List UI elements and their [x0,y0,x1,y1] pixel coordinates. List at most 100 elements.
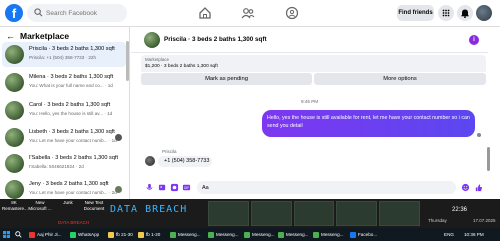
search-box[interactable] [27,4,127,22]
message-composer: GIF [131,177,488,197]
conversation-panel: Priscila · 3 beds 2 baths 1,300 sqft i M… [131,27,500,199]
chat-name: I'Sabella · 3 beds 2 baths 1,300 sqft [29,155,119,161]
message-input[interactable] [197,181,456,194]
sender-name: Priscila [162,149,177,154]
top-bar: f Find friends [0,0,500,27]
whatsapp-icon [70,231,76,238]
mark-as-pending-button[interactable]: Mark as pending [141,73,312,85]
taskbar-item[interactable]: Messeng... [244,230,274,239]
listing-thumbnail [5,73,24,92]
folder-icon [108,231,114,238]
seen-avatar [115,186,122,193]
marketplace-label: Marketplace [145,57,169,62]
desktop-tile[interactable] [208,201,249,226]
home-icon[interactable] [197,5,213,21]
desktop-day: Thursday [428,218,447,223]
microphone-icon[interactable] [145,183,154,192]
taskbar-item[interactable]: Messeng... [170,230,200,239]
listing-thumbnail [5,101,24,120]
browser-icon [313,231,319,238]
desktop-icon-new-text-document[interactable]: New Text Document [82,200,106,211]
chat-preview: You: Let me have your contact numb... · … [29,138,117,143]
conversation-header: Priscila · 3 beds 2 baths 1,300 sqft i [131,27,488,53]
desktop-tile[interactable] [379,201,420,226]
groups-icon[interactable] [284,5,300,21]
emoji-icon[interactable] [461,183,470,192]
chat-item-lisbeth[interactable]: Lisbeth · 3 beds 2 baths 1,300 sqft You:… [2,125,126,150]
more-options-button[interactable]: More options [314,73,486,85]
desktop-icon-new-microsoft[interactable]: New Microsoft ... [28,200,52,211]
arrow-left-icon[interactable]: ← [6,31,15,41]
windows-taskbar: Aaj Phir Ji... WhatsApp fb 21-30 fb 1-20… [0,228,500,241]
taskbar-item[interactable]: fb 1-20 [138,230,160,239]
bell-icon [461,9,469,19]
seen-avatar [115,134,122,141]
desktop-icon-junk[interactable]: Junk [58,200,78,206]
marketplace-listing-card[interactable]: Marketplace $1,200 · 3 beds 2 baths 1,30… [141,55,486,72]
data-breach-label: DATA BREACH [110,204,188,215]
chat-name: Priscila · 3 beds 2 baths 1,300 sqft [29,46,115,52]
sender-avatar[interactable] [145,156,155,166]
message-timestamp: 9:45 PM [301,99,319,104]
friends-icon[interactable] [240,5,256,21]
taskbar-item[interactable]: fb 21-30 [108,230,133,239]
listing-thumbnail [5,154,24,173]
chat-item-carol[interactable]: Carol · 3 beds 2 baths 1,300 sqft You: H… [2,98,126,123]
notifications-button[interactable] [457,5,473,21]
taskbar-item[interactable]: Facebo... [350,230,377,239]
browser-icon [244,231,250,238]
chat-item-isabella[interactable]: I'Sabella · 3 beds 2 baths 1,300 sqft I'… [2,151,126,176]
find-friends-button[interactable]: Find friends [397,5,434,21]
browser-icon [278,231,284,238]
incoming-message[interactable]: +1 (504) 358-7733 [158,156,212,167]
menu-grid-icon [442,9,450,17]
taskbar-clock[interactable]: 10:36 PM [464,230,484,239]
sidebar-title: Marketplace [20,31,70,41]
app-icon [29,231,35,238]
sticker-icon[interactable] [170,183,179,192]
taskbar-item[interactable]: Messeng... [278,230,308,239]
photo-icon[interactable] [158,183,167,192]
taskbar-item[interactable]: Messeng... [208,230,238,239]
desktop-tile[interactable] [336,201,378,226]
menu-button[interactable] [438,5,454,21]
desktop-icon-remastered[interactable]: 8K Remastere... [2,200,28,211]
search-input[interactable] [46,6,124,20]
conversation-title[interactable]: Priscila · 3 beds 2 baths 1,300 sqft [164,36,267,43]
chat-preview: You: Let me have your contact numb... · … [29,190,117,195]
chat-name: Jeny · 3 beds 2 baths 1,300 sqft [29,181,109,187]
sidebar-header: ← Marketplace [6,29,69,43]
info-icon[interactable]: i [469,35,479,45]
chat-name: Carol · 3 beds 2 baths 1,300 sqft [29,102,111,108]
desktop-tile[interactable] [250,201,292,226]
chat-item-jeny[interactable]: Jeny · 3 beds 2 baths 1,300 sqft You: Le… [2,177,126,199]
facebook-logo[interactable]: f [5,4,23,22]
desktop-tiles [208,201,420,226]
gif-icon[interactable]: GIF [182,183,191,192]
chat-item-priscila[interactable]: Priscila · 3 beds 2 baths 1,300 sqft Pri… [2,42,126,67]
listing-price: $1,200 · 3 beds 2 baths 1,300 sqft [145,64,218,69]
taskbar-item[interactable]: Messeng... [313,230,343,239]
listing-thumbnail[interactable] [144,32,160,48]
profile-avatar[interactable] [476,5,492,21]
marketplace-chat-list: ← Marketplace Priscila · 3 beds 2 baths … [0,27,130,199]
taskbar-item[interactable]: WhatsApp [70,230,99,239]
seen-indicator [477,133,481,137]
search-icon [34,8,43,17]
taskbar-item[interactable]: Aaj Phir Ji... [29,230,62,239]
search-icon[interactable] [15,231,22,238]
sidebar-scrollbar[interactable] [126,41,129,81]
desktop-tile[interactable] [293,201,335,226]
browser-icon [170,231,176,238]
listing-thumbnail [5,128,24,147]
language-indicator[interactable]: ENG [444,230,454,239]
windows-start-icon[interactable] [3,231,10,238]
listing-thumbnail [5,180,24,199]
desktop-red-text: DATA BREACH [58,220,90,225]
outgoing-message[interactable]: Hello, yes the house is still available … [262,110,475,137]
listing-thumbnail [5,45,24,64]
like-icon[interactable] [474,183,483,192]
conversation-scrollbar[interactable] [487,147,490,171]
folder-icon [138,231,144,238]
chat-item-milena[interactable]: Milena · 3 beds 2 baths 1,300 sqft You: … [2,70,126,95]
